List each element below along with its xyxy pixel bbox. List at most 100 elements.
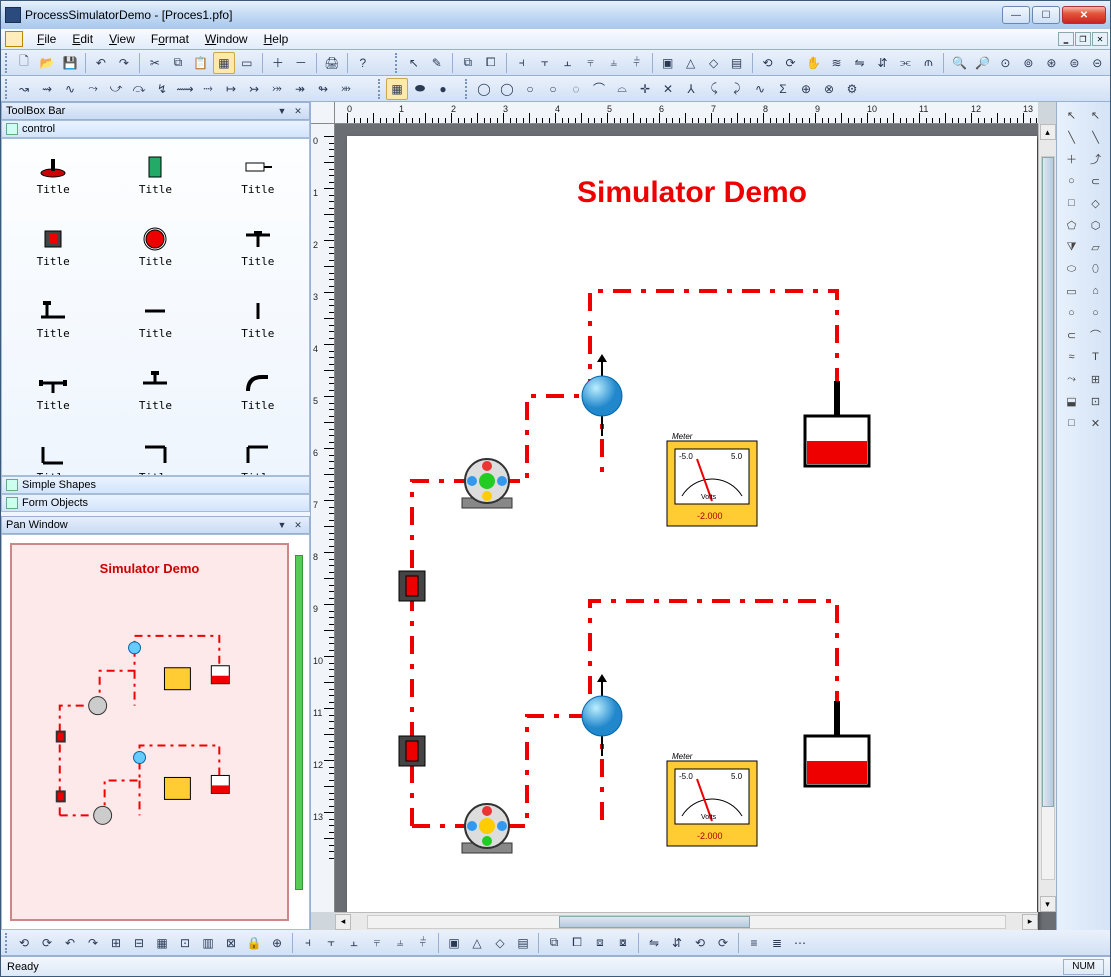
toolbox-item[interactable]: Title [104, 139, 206, 211]
toolbox-grid[interactable]: TitleTitleTitleTitleTitleTitleTitleTitle… [1, 138, 310, 476]
pan-window[interactable]: Simulator Demo [1, 534, 310, 930]
shape-tool-button[interactable]: ○ [1085, 302, 1107, 324]
shape-tool-button[interactable]: ⧩ [1061, 236, 1083, 258]
forward-button[interactable]: ◇ [703, 52, 725, 74]
bottom-tool-button[interactable]: ⊕ [266, 932, 288, 954]
bottom-tool-button[interactable]: ⊠ [220, 932, 242, 954]
menu-help[interactable]: Help [256, 30, 297, 48]
shape-arc1[interactable]: ⌒ [588, 78, 610, 100]
scroll-right-arrow[interactable]: ▸ [1022, 914, 1038, 930]
shape-tool-button[interactable]: T [1085, 346, 1107, 368]
shape-cross[interactable]: ✛ [634, 78, 656, 100]
zoom-in-button[interactable]: 🔍 [948, 52, 970, 74]
snap-grid-button[interactable]: ▦ [386, 78, 408, 100]
switch-1[interactable] [399, 571, 425, 601]
shape-tool-button[interactable]: ⌂ [1085, 280, 1107, 302]
bottom-tool-button[interactable]: ⧈ [589, 932, 611, 954]
toolbox-item[interactable]: Title [207, 355, 309, 427]
toolbox-item[interactable]: Title [2, 211, 104, 283]
shape-gear[interactable]: ⚙ [841, 78, 863, 100]
bottom-tool-button[interactable]: △ [466, 932, 488, 954]
scroll-up-arrow[interactable]: ▴ [1040, 124, 1056, 140]
bottom-tool-button[interactable]: ↶ [59, 932, 81, 954]
bottom-tool-button[interactable]: ⫠ [343, 932, 365, 954]
bring-front-button[interactable]: ▣ [657, 52, 679, 74]
toolbox-item[interactable]: Title [207, 283, 309, 355]
send-back-button[interactable]: △ [680, 52, 702, 74]
shape-tool-button[interactable]: □ [1061, 192, 1083, 214]
connector-10[interactable]: ↦ [220, 78, 242, 100]
toolbox-item[interactable]: Title [207, 139, 309, 211]
shape-tool-button[interactable]: ↖ [1085, 104, 1107, 126]
bottom-tool-button[interactable]: ⇵ [666, 932, 688, 954]
page[interactable]: Simulator Demo [347, 136, 1037, 930]
shape-node[interactable]: ⊕ [795, 78, 817, 100]
zoom-fit-button[interactable]: ⊙ [994, 52, 1016, 74]
shape-oval2[interactable]: ◯ [496, 78, 518, 100]
shape-tool-button[interactable]: ≈ [1061, 346, 1083, 368]
toolbar-grip[interactable] [5, 53, 10, 73]
bottom-tool-button[interactable]: ▣ [443, 932, 465, 954]
group-button[interactable]: ⧉ [457, 52, 479, 74]
tank-2[interactable] [805, 701, 869, 786]
toolbox-item[interactable]: Title [2, 355, 104, 427]
pointer-tool[interactable]: ↖ [403, 52, 425, 74]
mdi-minimize[interactable]: ‗ [1058, 32, 1074, 46]
shape-tool-button[interactable]: ⬯ [1085, 258, 1107, 280]
shape-arc2[interactable]: ⌓ [611, 78, 633, 100]
shape-tool-button[interactable]: ⤴ [1085, 148, 1107, 170]
toolbox-item[interactable]: Title [207, 211, 309, 283]
toolbox-item[interactable]: Title [104, 211, 206, 283]
rotate-left-button[interactable]: ⟲ [757, 52, 779, 74]
scroll-left-arrow[interactable]: ◂ [335, 914, 351, 930]
ungroup-button[interactable]: ⧠ [480, 52, 502, 74]
toolbox-item[interactable]: Title [2, 139, 104, 211]
zoom-actual-button[interactable]: ⊚ [1017, 52, 1039, 74]
menu-view[interactable]: View [101, 30, 143, 48]
bottom-tool-button[interactable]: ⊟ [128, 932, 150, 954]
bottom-tool-button[interactable]: ◇ [489, 932, 511, 954]
shape-branch[interactable]: ⅄ [680, 78, 702, 100]
bottom-tool-button[interactable]: 🔒 [243, 932, 265, 954]
bottom-tool-button[interactable]: ⧇ [612, 932, 634, 954]
align-left-button[interactable]: ⫞ [511, 52, 533, 74]
connector-1[interactable]: ↝ [13, 78, 35, 100]
pan-close-icon[interactable]: ✕ [291, 518, 305, 532]
toolbox-item[interactable]: Title [104, 355, 206, 427]
distribute-h-button[interactable]: ⫘ [894, 52, 916, 74]
open-button[interactable]: 📂 [36, 52, 58, 74]
ellipse-fill-button[interactable]: ⬬ [409, 78, 431, 100]
connector-8[interactable]: ⟿ [174, 78, 196, 100]
shape-tool-button[interactable]: □ [1061, 412, 1083, 434]
help-button[interactable]: ? [352, 52, 374, 74]
connector-12[interactable]: ⤖ [266, 78, 288, 100]
print-button[interactable]: 🖨 [321, 52, 343, 74]
toolbar-grip[interactable] [5, 79, 10, 99]
bottom-tool-button[interactable]: ⧉ [543, 932, 565, 954]
shape-oval[interactable]: ◯ [473, 78, 495, 100]
mdi-close[interactable]: ✕ [1092, 32, 1108, 46]
toolbar-grip[interactable] [395, 53, 400, 73]
align-middle-button[interactable]: ⫨ [603, 52, 625, 74]
shape-tool-button[interactable]: ⬓ [1061, 390, 1083, 412]
bottom-tool-button[interactable]: ▤ [512, 932, 534, 954]
scroll-down-arrow[interactable]: ▾ [1040, 896, 1056, 912]
toolbox-item[interactable]: Title [207, 427, 309, 476]
selection-button[interactable]: ▦ [213, 52, 235, 74]
toolbox-item[interactable]: Title [104, 427, 206, 476]
toolbox-item[interactable]: Title [2, 283, 104, 355]
shape-tool-button[interactable]: ＋ [1061, 148, 1083, 170]
connector-14[interactable]: ↬ [312, 78, 334, 100]
pump-1[interactable] [462, 459, 512, 508]
shape-tool-button[interactable]: ▱ [1085, 236, 1107, 258]
shape-x[interactable]: ✕ [657, 78, 679, 100]
bottom-tool-button[interactable]: ⟲ [689, 932, 711, 954]
bottom-tool-button[interactable]: ⟳ [712, 932, 734, 954]
shape-tool-button[interactable]: ○ [1061, 170, 1083, 192]
shape-circle2[interactable]: ○ [542, 78, 564, 100]
backward-button[interactable]: ▤ [726, 52, 748, 74]
layers-button[interactable]: ≋ [826, 52, 848, 74]
menu-window[interactable]: Window [197, 30, 256, 48]
bottom-tool-button[interactable]: ↷ [82, 932, 104, 954]
toolbox-item[interactable]: Title [2, 427, 104, 476]
